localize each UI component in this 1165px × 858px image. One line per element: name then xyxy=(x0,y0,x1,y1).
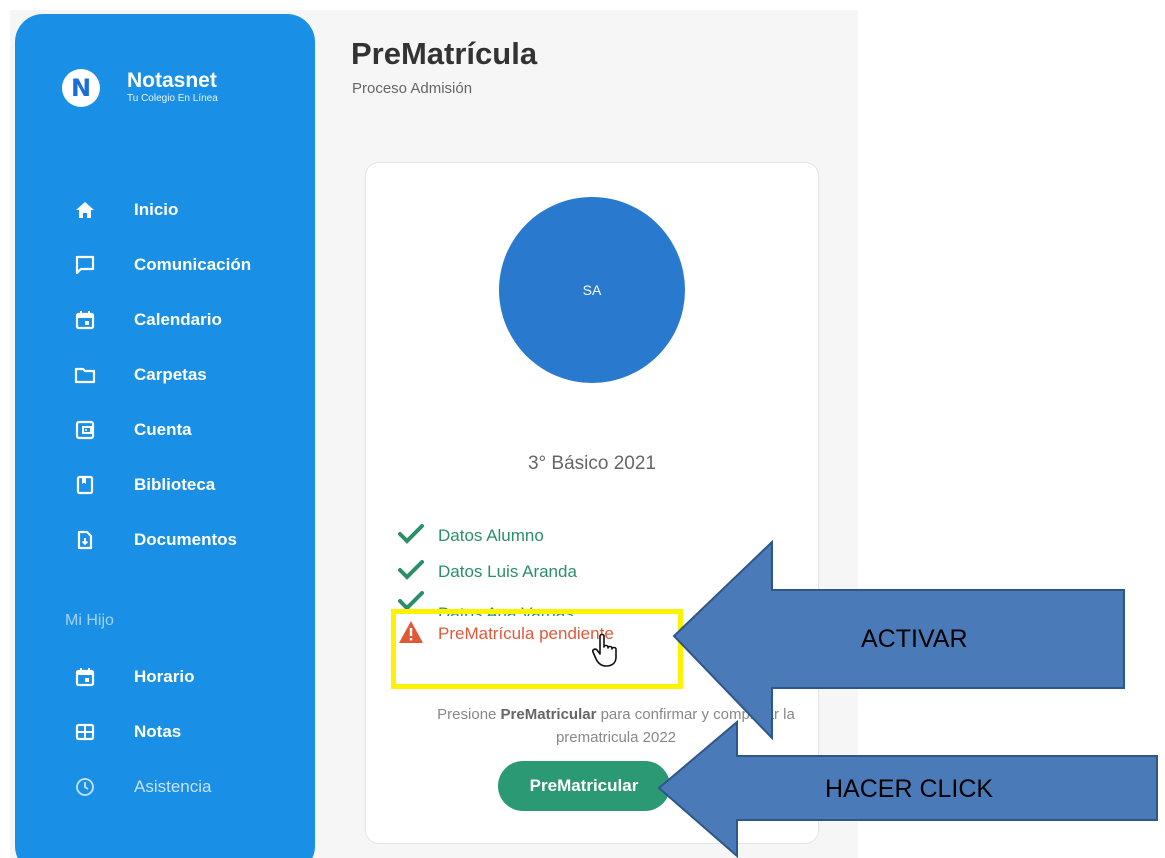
folder-icon xyxy=(70,360,100,390)
sidebar-item-cuenta[interactable]: Cuenta xyxy=(70,402,251,457)
sidebar-nav-child: Horario Notas Asistencia xyxy=(70,649,211,814)
prematricular-button[interactable]: PreMatricular xyxy=(498,761,670,811)
instruction-emphasis: PreMatricular xyxy=(500,706,597,723)
sidebar-nav: Inicio Comunicación Calendario Carpetas xyxy=(70,182,251,567)
check-item-label: Datos Luis Aranda xyxy=(438,562,577,581)
brand-name: Notasnet xyxy=(127,69,217,92)
sidebar-item-label: Inicio xyxy=(134,199,179,219)
sidebar-item-comunicacion[interactable]: Comunicación xyxy=(70,237,251,292)
section-label-mi-hijo: Mi Hijo xyxy=(65,612,114,629)
hand-cursor-icon xyxy=(592,633,617,667)
page-title: PreMatrícula xyxy=(351,36,538,71)
sidebar-item-documentos[interactable]: Documentos xyxy=(70,512,251,567)
grade-label: 3° Básico 2021 xyxy=(527,453,657,474)
sidebar-item-label: Carpetas xyxy=(134,364,207,384)
highlight-box xyxy=(391,609,683,689)
wallet-icon xyxy=(70,415,100,445)
sidebar-item-label: Horario xyxy=(134,666,195,686)
brand[interactable]: N Notasnet Tu Colegio En Línea xyxy=(62,69,218,107)
check-item-label: Datos Alumno xyxy=(438,526,544,545)
notasnet-logo: N xyxy=(62,69,100,107)
grid-icon xyxy=(70,717,100,747)
brand-tagline: Tu Colegio En Línea xyxy=(127,93,218,104)
sidebar-item-asistencia[interactable]: Asistencia xyxy=(70,759,211,814)
document-icon xyxy=(70,525,100,555)
sidebar-item-label: Cuenta xyxy=(134,419,192,439)
sidebar-item-label: Comunicación xyxy=(134,254,252,274)
sidebar-item-label: Calendario xyxy=(134,309,222,329)
checkmark-icon xyxy=(398,523,438,549)
checkmark-icon xyxy=(398,559,438,585)
page-subtitle: Proceso Admisión xyxy=(352,80,473,97)
click-label: HACER CLICK xyxy=(825,775,994,803)
sidebar-item-biblioteca[interactable]: Biblioteca xyxy=(70,457,251,512)
sidebar-item-horario[interactable]: Horario xyxy=(70,649,211,704)
sidebar-item-label: Documentos xyxy=(134,529,237,549)
book-icon xyxy=(70,470,100,500)
calendar-icon xyxy=(70,305,100,335)
home-icon xyxy=(70,195,100,225)
sidebar-item-carpetas[interactable]: Carpetas xyxy=(70,347,251,402)
sidebar-item-inicio[interactable]: Inicio xyxy=(70,182,251,237)
check-item: Datos Luis Aranda xyxy=(398,554,614,590)
avatar: SA xyxy=(499,197,685,383)
activate-label: ACTIVAR xyxy=(861,625,968,653)
sidebar-item-label: Biblioteca xyxy=(134,474,216,494)
check-item: Datos Alumno xyxy=(398,518,614,554)
calendar-icon xyxy=(70,662,100,692)
chat-icon xyxy=(70,250,100,280)
sidebar-item-label: Notas xyxy=(134,721,182,741)
sidebar: N Notasnet Tu Colegio En Línea Inicio Co… xyxy=(15,14,315,858)
sidebar-item-label: Asistencia xyxy=(134,776,212,796)
clock-icon xyxy=(70,772,100,802)
sidebar-item-notas[interactable]: Notas xyxy=(70,704,211,759)
sidebar-item-calendario[interactable]: Calendario xyxy=(70,292,251,347)
